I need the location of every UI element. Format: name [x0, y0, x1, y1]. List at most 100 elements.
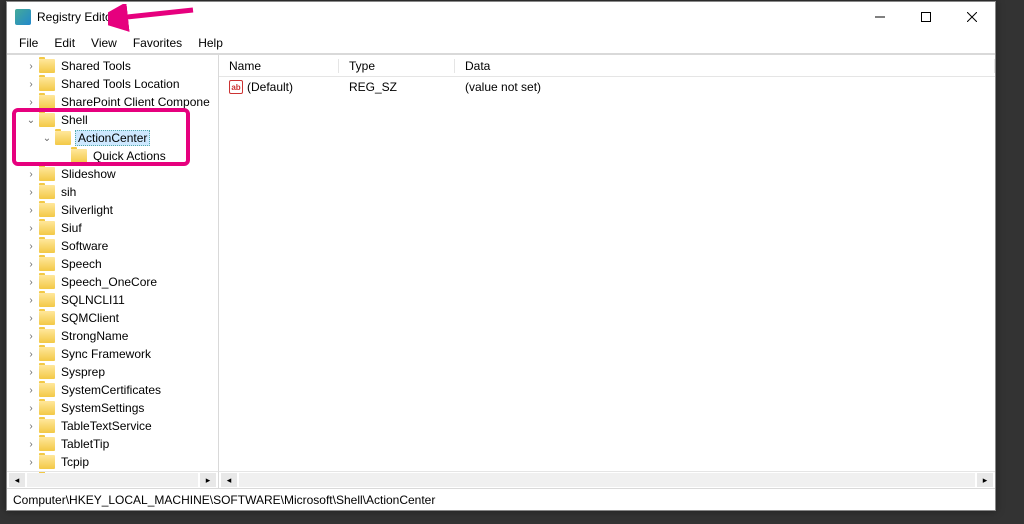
tree-node[interactable]: › Shared Tools Location	[7, 75, 218, 93]
tree-pane: › Shared Tools › Shared Tools Location › Shar…	[7, 55, 219, 488]
scroll-right-icon[interactable]: ▸	[977, 473, 993, 487]
folder-icon	[71, 149, 87, 163]
folder-icon	[39, 383, 55, 397]
minimize-button[interactable]	[857, 2, 903, 32]
menu-view[interactable]: View	[83, 34, 125, 52]
tree-node[interactable]: › sih	[7, 183, 218, 201]
tree-node[interactable]: Quick Actions	[7, 147, 218, 165]
tree-node[interactable]: ›SystemSettings	[7, 399, 218, 417]
chevron-right-icon[interactable]: ›	[23, 97, 39, 108]
chevron-right-icon[interactable]: ›	[23, 349, 39, 360]
tree-node[interactable]: ⌄ Shell	[7, 111, 218, 129]
chevron-right-icon[interactable]: ›	[23, 439, 39, 450]
chevron-right-icon[interactable]: ›	[23, 295, 39, 306]
chevron-right-icon[interactable]: ›	[23, 313, 39, 324]
value-type: REG_SZ	[339, 80, 455, 94]
chevron-right-icon[interactable]: ›	[23, 241, 39, 252]
details-hscroll[interactable]: ◂ ▸	[219, 471, 995, 488]
tree-node[interactable]: ›SQMClient	[7, 309, 218, 327]
tree-node-label: Tcpip	[59, 455, 91, 469]
chevron-right-icon[interactable]: ›	[23, 187, 39, 198]
tree-node[interactable]: ›TabletTip	[7, 435, 218, 453]
chevron-right-icon[interactable]: ›	[23, 169, 39, 180]
close-button[interactable]	[949, 2, 995, 32]
status-path: Computer\HKEY_LOCAL_MACHINE\SOFTWARE\Mic…	[13, 493, 435, 507]
tree-node[interactable]: › Siuf	[7, 219, 218, 237]
details-pane: Name Type Data ab(Default)REG_SZ(value n…	[219, 55, 995, 488]
chevron-right-icon[interactable]: ›	[23, 385, 39, 396]
tree-node-label: TableTextService	[59, 419, 154, 433]
value-data: (value not set)	[455, 80, 995, 94]
tree-hscroll[interactable]: ◂ ▸	[7, 471, 219, 488]
tree-node[interactable]: ›Sysprep	[7, 363, 218, 381]
tree-node-label: Speech_OneCore	[59, 275, 159, 289]
menubar: File Edit View Favorites Help	[7, 32, 995, 54]
folder-icon	[39, 419, 55, 433]
chevron-right-icon[interactable]: ›	[23, 277, 39, 288]
tree-node[interactable]: › Software	[7, 237, 218, 255]
chevron-right-icon[interactable]: ›	[23, 421, 39, 432]
folder-icon	[55, 131, 71, 145]
chevron-right-icon[interactable]: ›	[23, 331, 39, 342]
value-row[interactable]: ab(Default)REG_SZ(value not set)	[219, 77, 995, 97]
tree-node[interactable]: › SharePoint Client Compone	[7, 93, 218, 111]
chevron-right-icon[interactable]: ›	[23, 403, 39, 414]
menu-favorites[interactable]: Favorites	[125, 34, 190, 52]
tree-node[interactable]: › Tcpip	[7, 453, 218, 471]
tree-node[interactable]: ⌄ ActionCenter	[7, 129, 218, 147]
menu-help[interactable]: Help	[190, 34, 231, 52]
regedit-icon	[15, 9, 31, 25]
tree-node-label: Software	[59, 239, 110, 253]
tree-node-label: ActionCenter	[75, 130, 150, 146]
value-name: (Default)	[247, 80, 293, 94]
chevron-right-icon[interactable]: ›	[23, 367, 39, 378]
tree-node[interactable]: › SystemCertificates	[7, 381, 218, 399]
tree-node-label: Shared Tools	[59, 59, 133, 73]
folder-icon	[39, 95, 55, 109]
col-type[interactable]: Type	[339, 59, 455, 73]
tree-scroll[interactable]: › Shared Tools › Shared Tools Location › Shar…	[7, 55, 218, 488]
titlebar[interactable]: Registry Editor	[7, 2, 995, 32]
menu-edit[interactable]: Edit	[46, 34, 83, 52]
folder-icon	[39, 437, 55, 451]
tree-node-label: Shell	[59, 113, 90, 127]
tree-node-label: Silverlight	[59, 203, 115, 217]
chevron-down-icon[interactable]: ⌄	[39, 133, 55, 144]
value-list[interactable]: ab(Default)REG_SZ(value not set)	[219, 77, 995, 471]
scroll-left-icon[interactable]: ◂	[9, 473, 25, 487]
folder-icon	[39, 77, 55, 91]
tree-node[interactable]: › Shared Tools	[7, 57, 218, 75]
tree-node-label: Siuf	[59, 221, 84, 235]
folder-icon	[39, 221, 55, 235]
col-name[interactable]: Name	[219, 59, 339, 73]
tree-node[interactable]: › TableTextService	[7, 417, 218, 435]
scroll-right-icon[interactable]: ▸	[200, 473, 216, 487]
chevron-right-icon[interactable]: ›	[23, 205, 39, 216]
chevron-right-icon[interactable]: ›	[23, 61, 39, 72]
folder-icon	[39, 203, 55, 217]
tree-node[interactable]: › Silverlight	[7, 201, 218, 219]
tree-node-label: sih	[59, 185, 78, 199]
folder-icon	[39, 239, 55, 253]
chevron-right-icon[interactable]: ›	[23, 259, 39, 270]
chevron-right-icon[interactable]: ›	[23, 223, 39, 234]
tree-node[interactable]: ›Sync Framework	[7, 345, 218, 363]
tree-node-label: SystemCertificates	[59, 383, 163, 397]
tree-node[interactable]: ›StrongName	[7, 327, 218, 345]
folder-icon	[39, 329, 55, 343]
chevron-right-icon[interactable]: ›	[23, 79, 39, 90]
col-data[interactable]: Data	[455, 59, 995, 73]
maximize-button[interactable]	[903, 2, 949, 32]
tree-node[interactable]: ›Slideshow	[7, 165, 218, 183]
menu-file[interactable]: File	[11, 34, 46, 52]
folder-icon	[39, 185, 55, 199]
chevron-right-icon[interactable]: ›	[23, 457, 39, 468]
tree-node[interactable]: ›Speech	[7, 255, 218, 273]
tree-node-label: SharePoint Client Compone	[59, 95, 212, 109]
tree-node[interactable]: › Speech_OneCore	[7, 273, 218, 291]
tree-node[interactable]: ›SQLNCLI11	[7, 291, 218, 309]
tree-node-label: Shared Tools Location	[59, 77, 182, 91]
scroll-left-icon[interactable]: ◂	[221, 473, 237, 487]
chevron-down-icon[interactable]: ⌄	[23, 115, 39, 126]
folder-icon	[39, 293, 55, 307]
